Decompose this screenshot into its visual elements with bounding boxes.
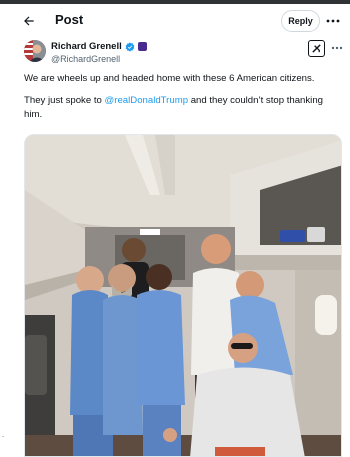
avatar[interactable] [24,40,46,62]
header-more-button[interactable] [322,12,344,30]
tweet-paragraph-1: We are wheels up and headed home with th… [24,73,315,84]
side-marker: . [2,430,5,439]
mention-link[interactable]: @realDonaldTrump [105,95,189,106]
page-title: Post [55,12,84,27]
tweet-paragraph-2: They just spoke to @realDonaldTrump and … [24,94,334,122]
reply-button[interactable]: Reply [281,10,320,32]
tweet-text-before-mention: They just spoke to [24,95,105,106]
more-horizontal-icon [326,19,340,23]
arrow-left-icon [24,16,34,26]
tweet-more-button[interactable] [330,42,344,54]
more-horizontal-icon [331,46,343,50]
author-name-row[interactable]: Richard Grenell [51,41,147,52]
affiliate-badge-icon [137,42,147,51]
back-button[interactable] [18,10,40,32]
tweet-text: We are wheels up and headed home with th… [24,72,334,130]
author-display-name: Richard Grenell [51,41,122,52]
grok-button[interactable] [308,40,325,57]
verified-badge-icon [125,41,135,52]
author-handle[interactable]: @RichardGrenell [51,54,120,64]
tweet-photo[interactable] [24,134,342,457]
airplane-cabin-photo [25,135,341,456]
header: Post Reply [0,4,350,36]
grok-icon [312,44,321,53]
